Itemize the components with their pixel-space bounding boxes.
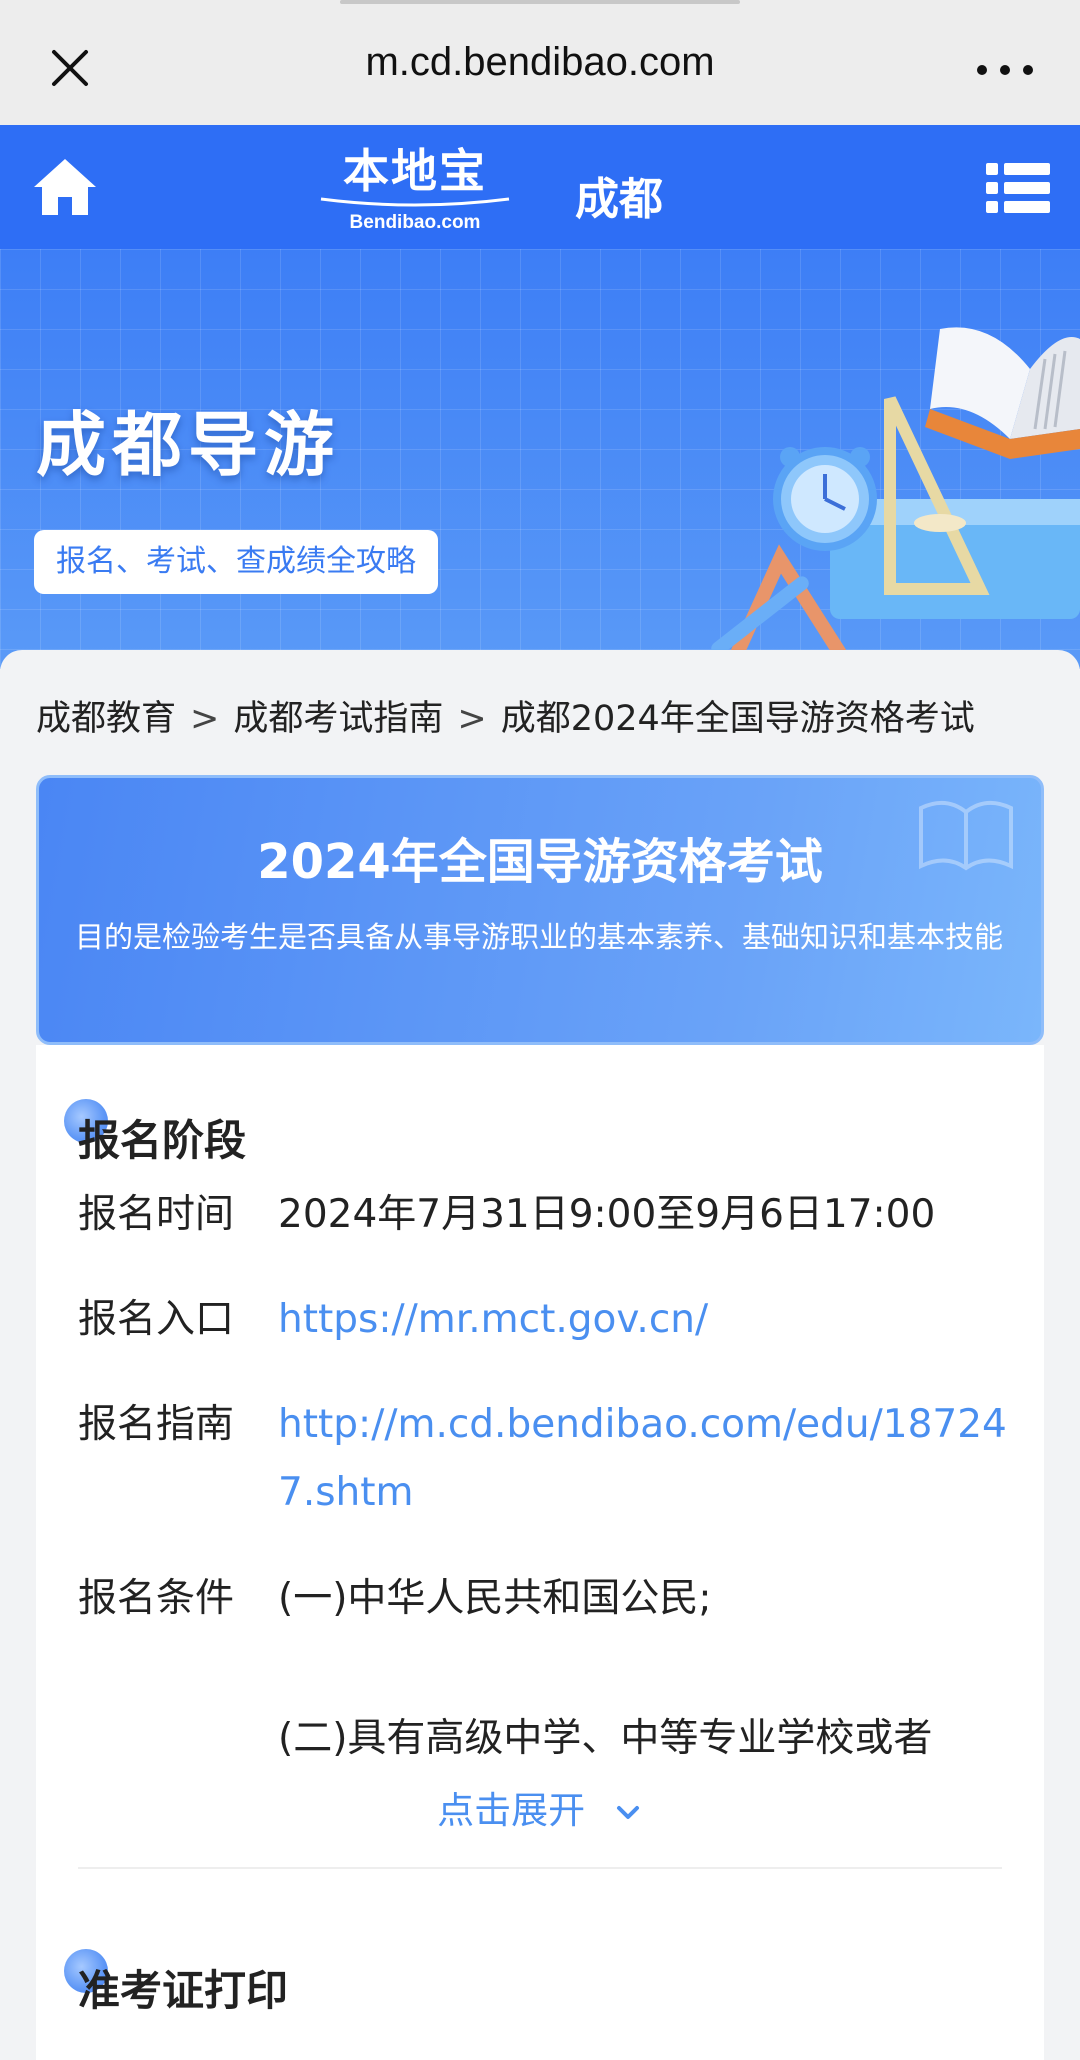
row-label: 报名入口: [78, 1297, 235, 1342]
site-logo[interactable]: 本地宝 Bendibao.com: [315, 143, 515, 233]
study-illustration: [711, 327, 1080, 669]
content-card: 成都教育 > 成都考试指南 > 成都2024年全国导游资格考试 2024年全国导游资格考…: [0, 650, 1080, 2060]
more-icon[interactable]: [970, 50, 1040, 90]
expand-button[interactable]: 点击展开: [36, 1780, 1044, 1834]
row-label: 报名条件: [78, 1576, 235, 1621]
section-heading-text: 报名阶段: [78, 1116, 247, 1165]
breadcrumb-item-exam-guide[interactable]: 成都考试指南: [233, 699, 443, 739]
exam-description: 目的是检验考生是否具备从事导游职业的基本素养、基础知识和基本技能: [75, 920, 1004, 954]
exam-summary-card: 2024年全国导游资格考试 目的是检验考生是否具备从事导游职业的基本素养、基础知…: [36, 775, 1044, 1045]
row-value: 2024年7月31日9:00至9月6日17:00: [278, 1192, 936, 1237]
registration-panel: 报名阶段 报名时间 2024年7月31日9:00至9月6日17:00 报名入口 …: [36, 1045, 1044, 2060]
section-heading-admission-ticket: 准考证打印: [64, 1949, 289, 2018]
row-label: 报名时间: [78, 1192, 235, 1237]
breadcrumb: 成都教育 > 成都考试指南 > 成都2024年全国导游资格考试: [36, 690, 975, 741]
registration-entry-link[interactable]: https://mr.mct.gov.cn/: [278, 1286, 1008, 1354]
browser-bar: m.cd.bendibao.com: [0, 0, 1080, 125]
section-heading-text: 准考证打印: [78, 1966, 289, 2015]
url-text: m.cd.bendibao.com: [365, 40, 715, 84]
home-icon[interactable]: [30, 155, 100, 219]
row-value: (一)中华人民共和国公民;: [278, 1576, 712, 1621]
logo-cn: 本地宝: [343, 144, 487, 198]
row-label: 报名指南: [78, 1402, 235, 1447]
registration-guide-link[interactable]: http://m.cd.bendibao.com/edu/187247.shtm: [278, 1391, 1008, 1527]
expand-label: 点击展开: [437, 1789, 586, 1832]
logo-en: Bendibao.com: [349, 212, 481, 233]
drag-handle: [340, 0, 740, 4]
breadcrumb-separator: >: [457, 699, 487, 739]
banner-title: 成都导游: [36, 404, 340, 486]
row-value: (二)具有高级中学、中等专业学校或者: [278, 1716, 933, 1761]
section-divider: [78, 1867, 1002, 1869]
banner-tagline: 报名、考试、查成绩全攻略: [34, 530, 438, 594]
menu-icon[interactable]: [986, 161, 1050, 215]
breadcrumb-item-current[interactable]: 成都2024年全国导游资格考试: [501, 699, 975, 739]
section-heading-registration: 报名阶段: [64, 1099, 247, 1168]
exam-title: 2024年全国导游资格考试: [257, 834, 823, 890]
page-banner: 成都导游 报名、考试、查成绩全攻略: [0, 249, 1080, 669]
chevron-down-icon: [616, 1805, 639, 1819]
breadcrumb-separator: >: [190, 699, 220, 739]
breadcrumb-item-education[interactable]: 成都教育: [36, 699, 176, 739]
logo-swoosh: [320, 197, 510, 207]
city-selector[interactable]: 成都: [575, 163, 663, 227]
site-header: 本地宝 Bendibao.com 成都: [0, 125, 1080, 249]
